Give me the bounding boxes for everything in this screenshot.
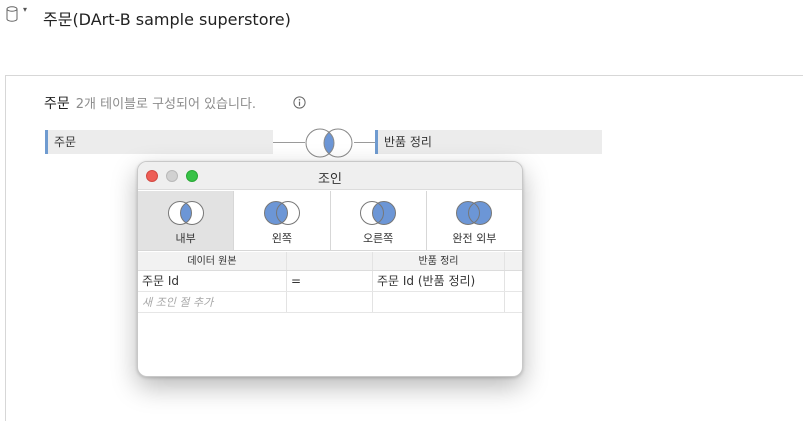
datasource-title[interactable]: 주문(DArt-B sample superstore) bbox=[43, 6, 291, 30]
join-clause-spacer bbox=[505, 271, 522, 291]
join-type-selector: 내부 왼쪽 오른쪽 완전 외부 bbox=[138, 191, 522, 251]
join-type-full-outer-label: 완전 외부 bbox=[452, 232, 497, 245]
info-icon[interactable] bbox=[293, 96, 306, 109]
chevron-down-icon[interactable]: ▾ bbox=[23, 5, 27, 14]
new-join-clause-row[interactable]: 새 조인 절 추가 bbox=[138, 292, 522, 313]
table-card-left[interactable]: 주문 bbox=[45, 130, 273, 154]
table-card-right[interactable]: 반품 정리 bbox=[375, 130, 602, 154]
join-type-inner-label: 내부 bbox=[175, 232, 196, 245]
join-dialog: 조인 내부 왼쪽 오른쪽 완전 외부 데이터 원본 반품 정리 주문 Id = … bbox=[137, 161, 523, 377]
column-header-spacer bbox=[505, 252, 522, 270]
join-clause-operator[interactable]: = bbox=[287, 271, 373, 291]
join-connector-left bbox=[273, 142, 305, 143]
inner-join-venn-icon bbox=[167, 201, 204, 225]
join-clause-row[interactable]: 주문 Id = 주문 Id (반품 정리) bbox=[138, 271, 522, 292]
join-clause-grid: 데이터 원본 반품 정리 주문 Id = 주문 Id (반품 정리) 새 조인 … bbox=[138, 252, 522, 313]
join-clause-left-field[interactable]: 주문 Id bbox=[138, 271, 287, 291]
canvas-title: 주문 bbox=[44, 96, 70, 112]
new-join-clause-placeholder[interactable]: 새 조인 절 추가 bbox=[138, 292, 287, 312]
join-type-left[interactable]: 왼쪽 bbox=[234, 191, 331, 250]
full-outer-join-venn-icon bbox=[456, 201, 493, 225]
dialog-titlebar: 조인 bbox=[138, 162, 522, 190]
new-clause-right-cell bbox=[373, 292, 505, 312]
database-icon[interactable] bbox=[6, 6, 18, 22]
canvas-header: 주문 2개 테이블로 구성되어 있습니다. bbox=[44, 93, 256, 113]
join-type-inner[interactable]: 내부 bbox=[138, 191, 235, 250]
left-join-venn-icon bbox=[263, 201, 300, 225]
column-header-datasource: 데이터 원본 bbox=[138, 252, 287, 270]
grid-header-row: 데이터 원본 반품 정리 bbox=[138, 252, 522, 271]
new-clause-operator-cell bbox=[287, 292, 373, 312]
join-type-full-outer[interactable]: 완전 외부 bbox=[426, 191, 522, 250]
join-connector-right bbox=[354, 142, 375, 143]
canvas-description: 2개 테이블로 구성되어 있습니다. bbox=[75, 97, 257, 112]
join-clause-right-field[interactable]: 주문 Id (반품 정리) bbox=[373, 271, 505, 291]
new-clause-spacer bbox=[505, 292, 522, 312]
datasource-header: ▾ 주문(DArt-B sample superstore) bbox=[0, 0, 803, 32]
join-type-right[interactable]: 오른쪽 bbox=[330, 191, 427, 250]
column-header-operator bbox=[287, 252, 373, 270]
join-type-right-label: 오른쪽 bbox=[362, 232, 394, 245]
inner-join-icon[interactable] bbox=[303, 127, 355, 159]
join-type-left-label: 왼쪽 bbox=[271, 232, 292, 245]
right-join-venn-icon bbox=[360, 201, 397, 225]
column-header-right-table: 반품 정리 bbox=[373, 252, 505, 270]
dialog-title: 조인 bbox=[318, 172, 342, 187]
